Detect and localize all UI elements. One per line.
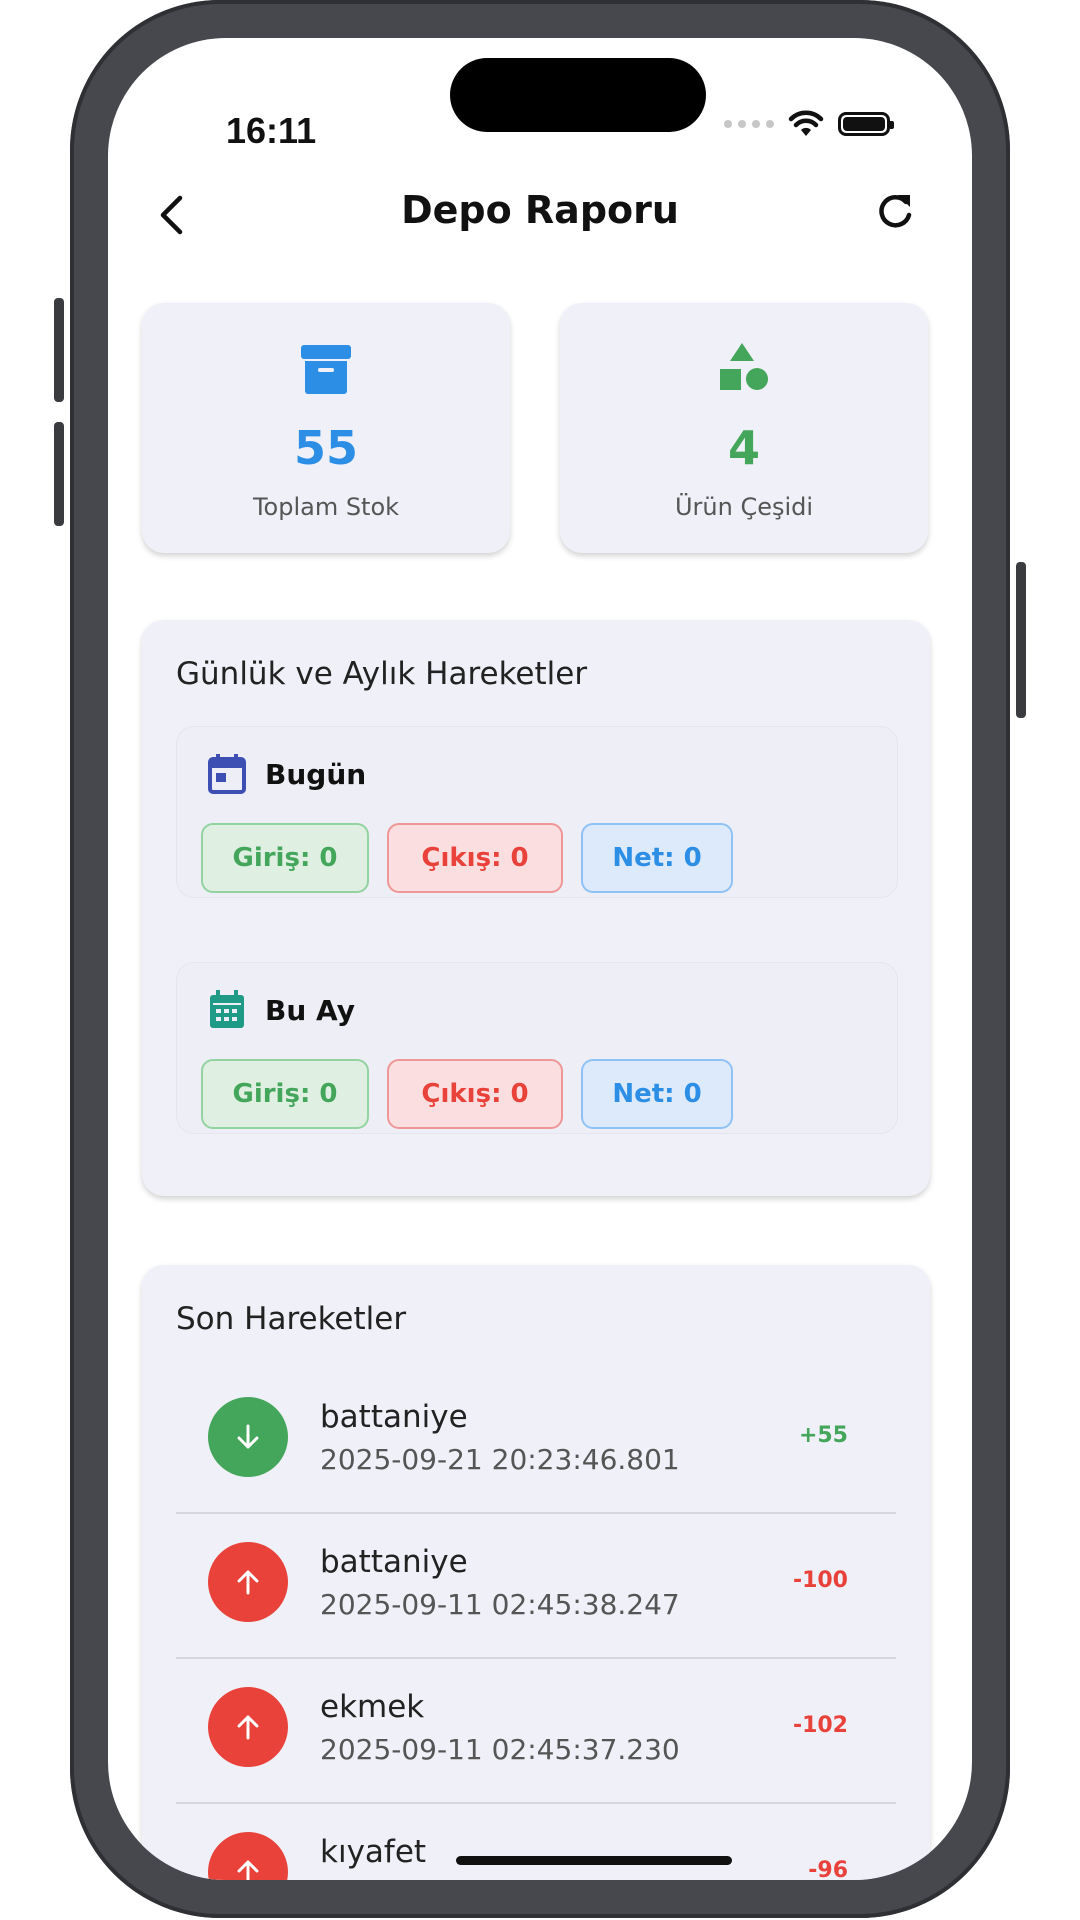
item-date: 2025-09-11 02:45:37.230 [320,1733,680,1766]
item-name: kıyafet [320,1834,427,1870]
page-title: Depo Raporu [401,188,679,232]
battery-icon [838,112,894,136]
status-time: 16:11 [226,110,317,151]
recent-title: Son Hareketler [176,1301,407,1337]
list-item[interactable]: battaniye 2025-09-11 02:45:38.247 -100 [176,1514,896,1659]
recent-movements-card: Son Hareketler battaniye 2025-09-21 20:2… [142,1265,930,1880]
shapes-icon [720,343,768,390]
screen: 16:11 Depo Raporu 55 Toplam Stok 4 Ürün … [108,38,972,1880]
month-label: Bu Ay [265,993,355,1027]
signal-dots-icon [724,120,774,128]
item-amount: +55 [798,1423,848,1448]
item-date: 2025-09-11 02:45:38.247 [320,1588,680,1621]
side-button [54,298,64,402]
month-card: Bu Ay Giriş: 0 Çıkış: 0 Net: 0 [176,962,898,1134]
item-name: battaniye [320,1544,468,1580]
item-amount: -100 [792,1568,848,1593]
item-date: 2025-09-21 20:23:46.801 [320,1443,680,1476]
arrow-up-icon [208,1832,288,1880]
arrow-up-icon [208,1542,288,1622]
dynamic-island [450,58,706,132]
list-item[interactable]: battaniye 2025-09-21 20:23:46.801 +55 [176,1369,896,1514]
item-name: battaniye [320,1399,468,1435]
list-item[interactable]: ekmek 2025-09-11 02:45:37.230 -102 [176,1659,896,1804]
refresh-button[interactable] [870,188,920,238]
today-net-chip: Net: 0 [581,823,733,893]
item-amount: -96 [808,1858,848,1880]
item-amount: -102 [792,1713,848,1738]
total-stock-value: 55 [293,421,358,475]
product-types-value: 4 [727,421,760,475]
phone-frame: 16:11 Depo Raporu 55 Toplam Stok 4 Ürün … [54,0,1026,1918]
total-stock-card: 55 Toplam Stok [142,303,510,553]
today-label: Bugün [265,757,367,791]
calendar-today-icon [208,754,246,794]
movements-card: Günlük ve Aylık Hareketler Bugün Giriş: … [142,620,930,1196]
side-button [54,422,64,526]
archive-box-icon [301,345,351,394]
today-in-chip: Giriş: 0 [201,823,369,893]
total-stock-label: Toplam Stok [252,493,400,521]
home-indicator[interactable] [456,1856,732,1865]
arrow-up-icon [208,1687,288,1767]
month-in-chip: Giriş: 0 [201,1059,369,1129]
product-types-label: Ürün Çeşidi [674,493,814,521]
product-types-card: 4 Ürün Çeşidi [560,303,928,553]
today-card: Bugün Giriş: 0 Çıkış: 0 Net: 0 [176,726,898,898]
month-out-chip: Çıkış: 0 [387,1059,563,1129]
today-out-chip: Çıkış: 0 [387,823,563,893]
movements-title: Günlük ve Aylık Hareketler [176,656,588,692]
calendar-month-icon [210,990,244,1028]
arrow-down-icon [208,1397,288,1477]
side-button [1016,562,1026,718]
list-item[interactable]: kıyafet -96 [176,1804,896,1880]
status-icons [724,110,894,138]
month-net-chip: Net: 0 [581,1059,733,1129]
item-name: ekmek [320,1689,425,1725]
wifi-icon [788,110,824,136]
